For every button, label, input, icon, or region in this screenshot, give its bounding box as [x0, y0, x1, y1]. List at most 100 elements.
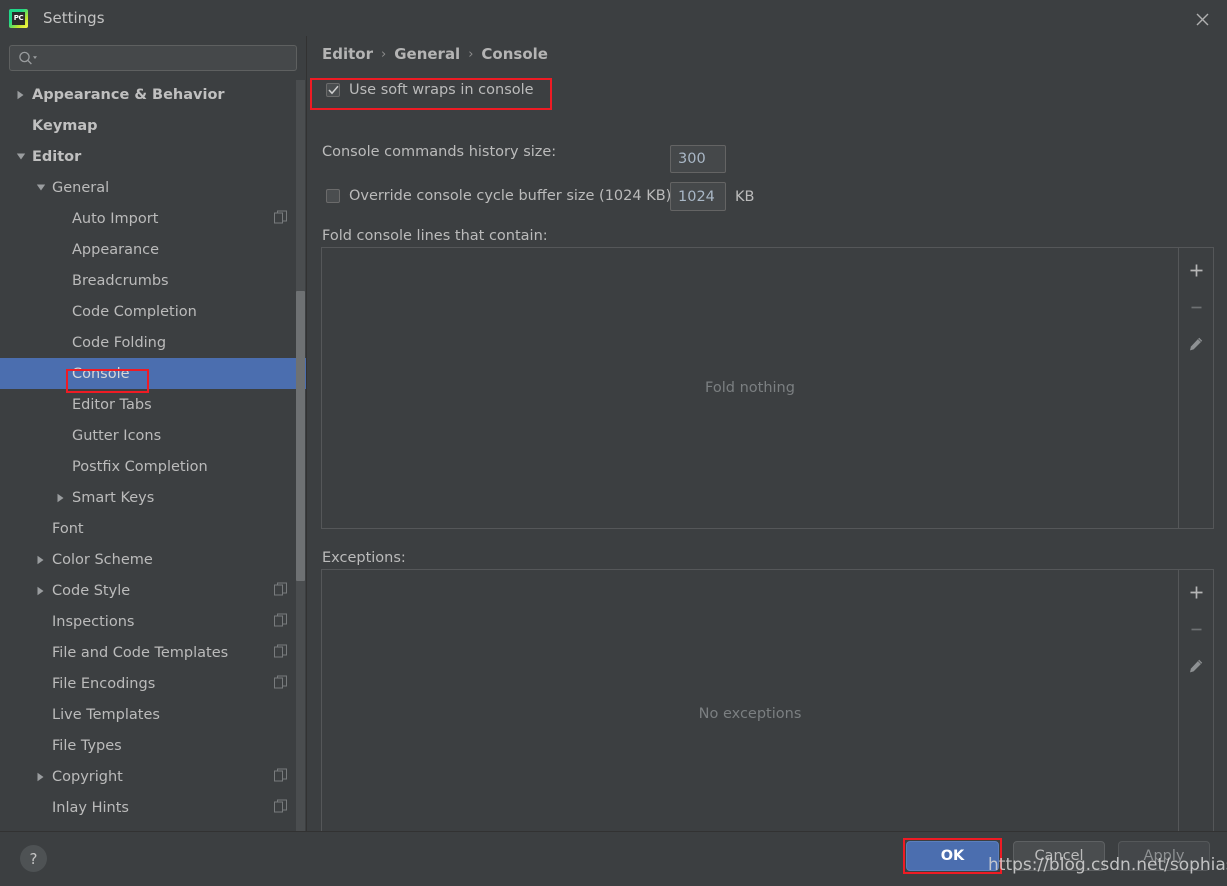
sidebar-item-label: File Types [52, 737, 122, 754]
close-icon[interactable] [1189, 6, 1215, 32]
copy-settings-icon [274, 675, 287, 692]
copy-settings-icon [274, 799, 287, 816]
exceptions-section-label: Exceptions: [322, 550, 406, 566]
sidebar-scrollbar-thumb[interactable] [296, 291, 305, 581]
remove-icon[interactable] [1185, 618, 1207, 640]
copy-settings-icon [274, 613, 287, 630]
chevron-right-icon[interactable] [14, 88, 27, 101]
use-soft-wraps-checkbox[interactable] [326, 83, 340, 97]
sidebar-item-label: Code Style [52, 582, 131, 599]
settings-tree[interactable]: Appearance & Behavior Keymap Editor General… [0, 79, 306, 823]
sidebar-item-label: Keymap [32, 117, 98, 134]
sidebar-item-label: Copyright [52, 768, 123, 785]
sidebar-item-file-types[interactable]: File Types [0, 730, 306, 761]
breadcrumb-item-editor[interactable]: Editor [322, 45, 373, 63]
fold-patterns-list[interactable]: Fold nothing [322, 248, 1178, 528]
history-size-input[interactable]: 300 [670, 145, 726, 173]
sidebar-item-label: File Encodings [52, 675, 156, 692]
copy-settings-icon [274, 644, 287, 661]
sidebar-item-label: Code Completion [72, 303, 197, 320]
breadcrumb-separator-icon: › [381, 46, 387, 62]
sidebar-item-color-scheme[interactable]: Color Scheme [0, 544, 306, 575]
use-soft-wraps-label: Use soft wraps in console [349, 82, 534, 98]
sidebar-item-label: Inlay Hints [52, 799, 129, 816]
apply-button[interactable]: Apply [1118, 841, 1210, 871]
fold-section-label: Fold console lines that contain: [322, 228, 548, 244]
cycle-buffer-size-input[interactable]: 1024 [670, 182, 726, 211]
sidebar-item-file-encodings[interactable]: File Encodings [0, 668, 306, 699]
sidebar-item-label: Font [52, 520, 84, 537]
sidebar-item-label: Editor [32, 148, 82, 165]
exceptions-panel[interactable]: No exceptions [321, 569, 1214, 858]
pycharm-logo-text: PC [12, 11, 25, 25]
sidebar-item-inlay-hints[interactable]: Inlay Hints [0, 792, 306, 823]
chevron-right-icon[interactable] [54, 491, 67, 504]
sidebar-item-postfix-completion[interactable]: Postfix Completion [0, 451, 306, 482]
sidebar-item-breadcrumbs[interactable]: Breadcrumbs [0, 265, 306, 296]
title-bar: PC Settings [0, 0, 1227, 36]
sidebar-item-console[interactable]: Console [0, 358, 306, 389]
exceptions-list[interactable]: No exceptions [322, 570, 1178, 857]
fold-list-toolbar [1178, 248, 1213, 528]
edit-icon[interactable] [1185, 655, 1207, 677]
sidebar-item-gutter-icons[interactable]: Gutter Icons [0, 420, 306, 451]
chevron-right-icon[interactable] [34, 553, 47, 566]
fold-patterns-panel[interactable]: Fold nothing [321, 247, 1214, 529]
settings-content: Editor › General › Console Use soft wrap… [307, 36, 1227, 858]
copy-settings-icon [274, 210, 287, 227]
help-icon[interactable]: ? [20, 845, 47, 872]
edit-icon[interactable] [1185, 333, 1207, 355]
chevron-right-icon[interactable] [34, 584, 47, 597]
use-soft-wraps-row[interactable]: Use soft wraps in console [326, 82, 534, 98]
sidebar-item-code-style[interactable]: Code Style [0, 575, 306, 606]
breadcrumb-item-general[interactable]: General [394, 45, 460, 63]
sidebar-item-code-folding[interactable]: Code Folding [0, 327, 306, 358]
sidebar-item-keymap[interactable]: Keymap [0, 110, 306, 141]
breadcrumb: Editor › General › Console [322, 45, 548, 63]
sidebar-item-label: Gutter Icons [72, 427, 162, 444]
sidebar-item-copyright[interactable]: Copyright [0, 761, 306, 792]
pycharm-logo-icon: PC [9, 8, 28, 28]
override-buffer-row[interactable]: Override console cycle buffer size (1024… [326, 188, 671, 204]
search-input[interactable] [9, 45, 297, 71]
override-buffer-label: Override console cycle buffer size (1024… [349, 188, 672, 204]
sidebar-item-label: Auto Import [72, 210, 159, 227]
sidebar-item-label: Postfix Completion [72, 458, 208, 475]
add-icon[interactable] [1185, 259, 1207, 281]
sidebar-item-live-templates[interactable]: Live Templates [0, 699, 306, 730]
sidebar-item-code-completion[interactable]: Code Completion [0, 296, 306, 327]
sidebar-item-appearance-behavior[interactable]: Appearance & Behavior [0, 79, 306, 110]
sidebar-item-general[interactable]: General [0, 172, 306, 203]
fold-empty-text: Fold nothing [705, 380, 795, 396]
exceptions-empty-text: No exceptions [698, 705, 802, 722]
sidebar-item-appearance[interactable]: Appearance [0, 234, 306, 265]
sidebar-item-smart-keys[interactable]: Smart Keys [0, 482, 306, 513]
remove-icon[interactable] [1185, 296, 1207, 318]
breadcrumb-separator-icon: › [468, 46, 474, 62]
sidebar-item-label: Appearance [72, 241, 160, 258]
search-container [0, 36, 306, 71]
ok-button[interactable]: OK [906, 841, 999, 871]
cancel-button[interactable]: Cancel [1013, 841, 1105, 871]
sidebar-item-label: Color Scheme [52, 551, 153, 568]
sidebar-item-file-and-code-templates[interactable]: File and Code Templates [0, 637, 306, 668]
copy-settings-icon [274, 768, 287, 785]
override-buffer-checkbox[interactable] [326, 189, 340, 203]
sidebar-item-inspections[interactable]: Inspections [0, 606, 306, 637]
chevron-down-icon[interactable] [14, 150, 27, 163]
sidebar-item-label: Live Templates [52, 706, 160, 723]
chevron-down-icon[interactable] [34, 181, 47, 194]
sidebar-item-label: Editor Tabs [72, 396, 152, 413]
sidebar-item-editor-tabs[interactable]: Editor Tabs [0, 389, 306, 420]
sidebar-item-auto-import[interactable]: Auto Import [0, 203, 306, 234]
settings-sidebar[interactable]: Appearance & Behavior Keymap Editor General… [0, 36, 306, 831]
sidebar-item-font[interactable]: Font [0, 513, 306, 544]
exceptions-list-toolbar [1178, 570, 1213, 857]
sidebar-item-label: Smart Keys [72, 489, 155, 506]
add-icon[interactable] [1185, 581, 1207, 603]
window-title: Settings [43, 9, 105, 27]
sidebar-item-label: Breadcrumbs [72, 272, 169, 289]
sidebar-item-editor[interactable]: Editor [0, 141, 306, 172]
chevron-right-icon[interactable] [34, 770, 47, 783]
sidebar-item-label: Appearance & Behavior [32, 86, 225, 103]
